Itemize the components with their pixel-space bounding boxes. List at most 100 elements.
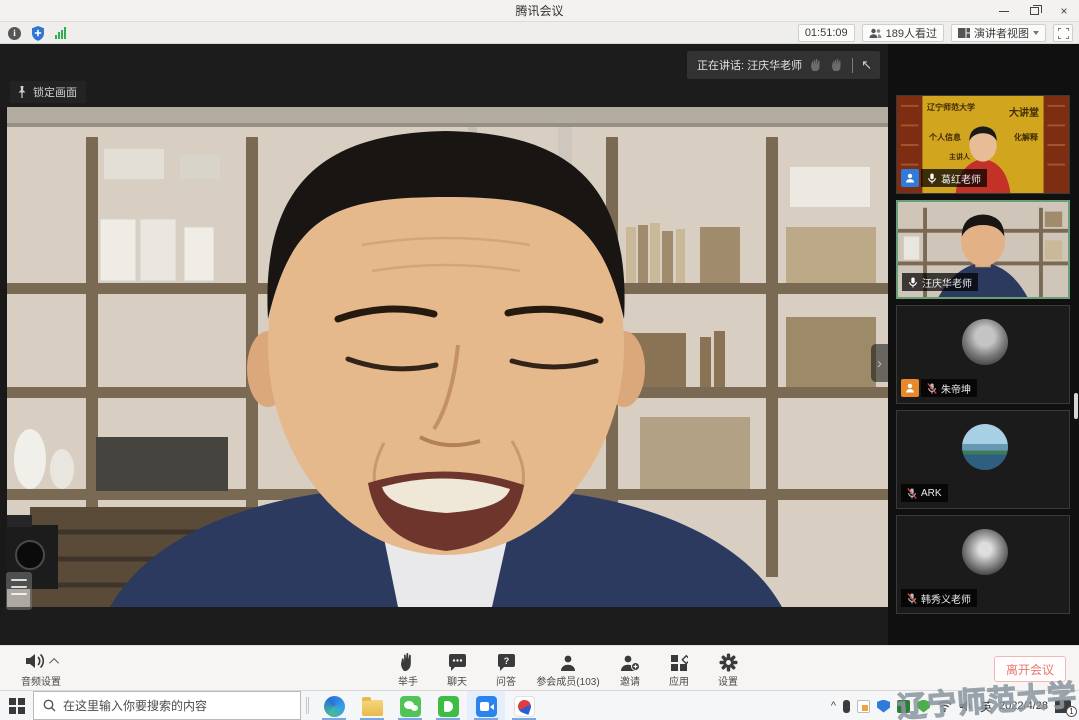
participant-name: 韩秀义老师 [921, 591, 971, 606]
photo-viewer-icon[interactable] [857, 700, 870, 713]
audio-settings-button[interactable]: 音频设置 [12, 650, 70, 688]
participant-name-chip: 葛红老师 [921, 169, 987, 187]
mic-on-icon [908, 276, 918, 289]
system-tray: ^ 英 2022/4/28 1 [831, 691, 1071, 720]
apps-label: 应用 [659, 673, 699, 688]
participant-tile-gehong[interactable]: 辽宁师范大学 大讲堂 个人信息 化解释 主讲人 葛红老师 [896, 95, 1070, 194]
tencent-meeting-icon [476, 696, 497, 717]
taskbar-redapp-button[interactable] [505, 691, 543, 720]
invite-button[interactable]: 邀请 [610, 650, 650, 688]
qa-button[interactable]: ? 问答 [486, 650, 526, 688]
taskbar-date[interactable]: 2022/4/28 [999, 700, 1048, 712]
view-mode-selector[interactable]: 演讲者视图 [951, 24, 1046, 42]
participant-name-chip: 汪庆华老师 [902, 273, 978, 291]
taskbar-meeting-button[interactable] [467, 691, 505, 720]
lock-view-button[interactable]: 锁定画面 [10, 81, 86, 103]
antivirus-shield-icon[interactable] [917, 700, 930, 713]
viewers-icon [869, 28, 882, 39]
participant-tile-ark[interactable]: ARK [896, 410, 1070, 509]
participant-name: 汪庆华老师 [922, 275, 972, 290]
participant-tile-wangqinghua[interactable]: 汪庆华老师 [896, 200, 1070, 299]
slide-school-text: 辽宁师范大学 [927, 102, 975, 113]
raise-hand-button[interactable]: 举手 [388, 650, 428, 688]
invite-label: 邀请 [610, 673, 650, 688]
participant-name-chip: ARK [901, 484, 948, 502]
volume-icon[interactable] [959, 700, 973, 712]
taskbar-explorer-button[interactable] [353, 691, 391, 720]
participant-name: ARK [921, 488, 942, 499]
mic-on-icon [927, 172, 937, 185]
svg-text:?: ? [503, 656, 509, 666]
main-video-feed [0, 107, 888, 607]
tray-expand-chevron-icon[interactable]: ^ [831, 700, 836, 712]
avatar [962, 424, 1008, 470]
file-explorer-icon [362, 700, 383, 716]
search-input[interactable] [63, 699, 291, 713]
toolbar-center-items: 举手 聊天 ? 问答 参会成员(103) 邀请 应用 [388, 650, 748, 688]
host-badge-icon [901, 169, 919, 187]
meeting-statusbar: i 01:51:09 189人看过 演讲者视图 [0, 22, 1079, 44]
ime-language-indicator[interactable]: 英 [980, 698, 992, 715]
participant-tile-hanxiuyi[interactable]: 韩秀义老师 [896, 515, 1070, 614]
meeting-info-icon[interactable]: i [8, 27, 21, 40]
chat-label: 聊天 [437, 673, 477, 688]
meeting-toolbar: 音频设置 举手 聊天 ? 问答 参会成员(103) 邀请 [0, 645, 1079, 690]
participants-button[interactable]: 参会成员(103) [535, 650, 601, 688]
window-titlebar: 腾讯会议 × [0, 0, 1079, 22]
taskbar-iqiyi-button[interactable] [429, 691, 467, 720]
sidebar-collapse-tab[interactable]: › [871, 344, 888, 382]
leave-meeting-label: 离开会议 [1006, 661, 1054, 678]
settings-button[interactable]: 设置 [708, 650, 748, 688]
apps-button[interactable]: 应用 [659, 650, 699, 688]
qa-icon: ? [497, 654, 516, 672]
taskbar-search[interactable] [33, 691, 301, 720]
taskbar-wechat-button[interactable] [391, 691, 429, 720]
fullscreen-button[interactable] [1053, 24, 1073, 42]
usb-device-icon[interactable] [843, 700, 850, 713]
viewers-button[interactable]: 189人看过 [862, 24, 944, 42]
green-app-tray-icon[interactable] [897, 700, 910, 713]
audio-settings-label: 音频设置 [12, 673, 70, 688]
chat-button[interactable]: 聊天 [437, 650, 477, 688]
active-speaker-label: 正在讲话: 汪庆华老师 [697, 57, 802, 73]
restore-button[interactable] [1019, 0, 1049, 22]
invite-icon [620, 654, 640, 672]
security-tray-icon[interactable] [877, 700, 890, 713]
slide-topic-left-text: 个人信息 [929, 132, 961, 143]
red-app-icon [514, 696, 535, 717]
avatar [962, 319, 1008, 365]
participants-sidebar: 辽宁师范大学 大讲堂 个人信息 化解释 主讲人 葛红老师 [888, 44, 1079, 645]
minimize-button[interactable] [989, 0, 1019, 22]
window-controls: × [989, 0, 1079, 22]
sidebar-scrollbar[interactable] [1074, 393, 1078, 419]
network-signal-icon[interactable] [55, 27, 66, 39]
taskbar-edge-button[interactable] [315, 691, 353, 720]
settings-label: 设置 [708, 673, 748, 688]
tencent-meeting-window: 腾讯会议 × i 01:51:09 189人看 [0, 0, 1079, 720]
participants-label: 参会成员(103) [535, 673, 601, 688]
start-button[interactable] [9, 698, 25, 714]
wifi-icon[interactable] [937, 700, 952, 712]
notification-center-icon[interactable]: 1 [1055, 700, 1071, 713]
search-icon [43, 699, 56, 712]
view-mode-caret-icon [1033, 31, 1039, 35]
settings-gear-icon [719, 653, 738, 672]
windows-taskbar: ^ 英 2022/4/28 1 [0, 690, 1079, 720]
chat-icon [448, 654, 467, 672]
leave-meeting-button[interactable]: 离开会议 [994, 656, 1066, 682]
interpreter-panel[interactable] [6, 572, 32, 610]
meeting-timer: 01:51:09 [798, 24, 855, 42]
cohost-badge-icon [901, 379, 919, 397]
audio-options-caret-icon[interactable] [49, 657, 59, 667]
window-title: 腾讯会议 [0, 0, 1079, 22]
taskbar-app-icons [315, 691, 543, 720]
edge-browser-icon [324, 696, 345, 717]
active-speaker-banner: 正在讲话: 汪庆华老师 ↖ [687, 51, 880, 79]
security-shield-icon[interactable] [31, 26, 45, 41]
close-button[interactable]: × [1049, 0, 1079, 22]
participant-tile-zhudikun[interactable]: 朱帝坤 [896, 305, 1070, 404]
banner-collapse-arrow-icon[interactable]: ↖ [861, 57, 872, 73]
raise-hand-label: 举手 [388, 673, 428, 688]
taskbar-separator [306, 697, 309, 714]
pin-icon [16, 85, 28, 99]
